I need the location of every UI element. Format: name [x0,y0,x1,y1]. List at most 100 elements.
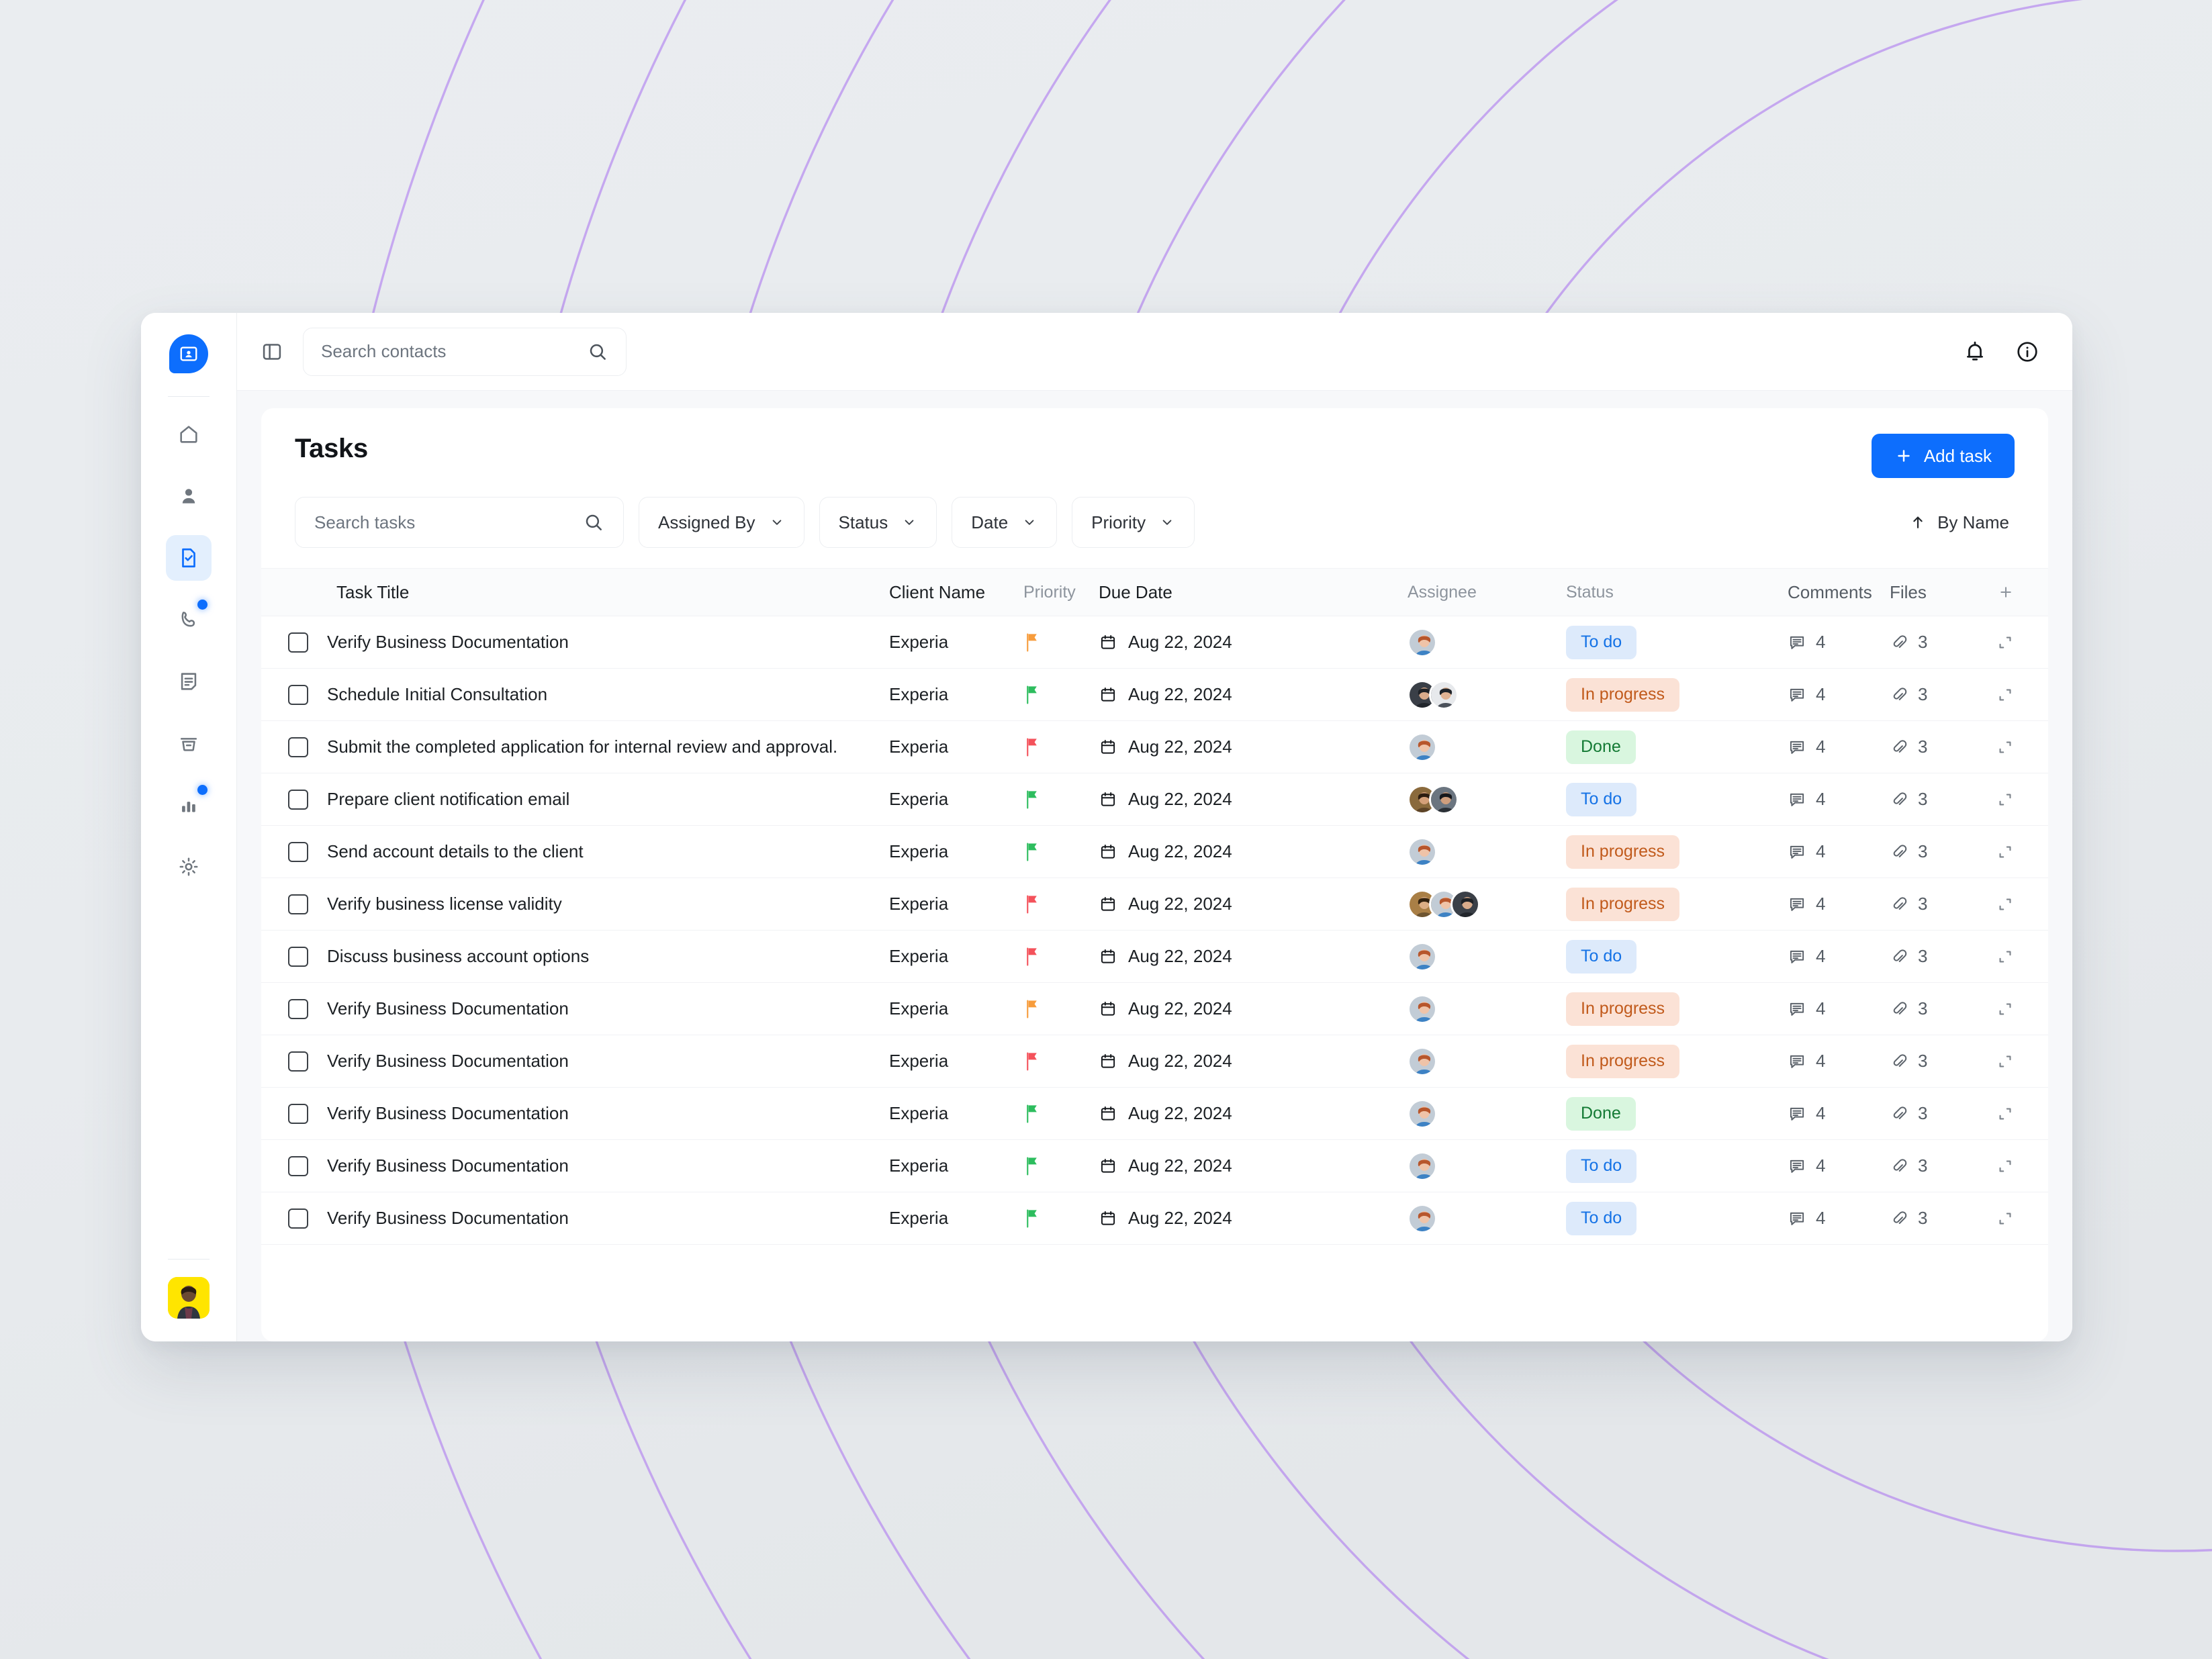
cell-assignee[interactable] [1408,941,1566,971]
cell-status[interactable]: To do [1566,1149,1788,1183]
status-badge[interactable]: To do [1566,625,1637,659]
table-row[interactable]: Prepare client notification email Experia… [261,773,2048,826]
search-input[interactable]: Search tasks [295,497,624,548]
cell-task-title[interactable]: Schedule Initial Consultation [327,684,889,705]
cell-priority[interactable] [1023,1156,1099,1176]
cell-priority[interactable] [1023,1051,1099,1072]
header-status[interactable]: Status [1566,583,1788,602]
table-row[interactable]: Schedule Initial Consultation Experia Aug … [261,669,2048,721]
row-checkbox[interactable] [288,789,308,810]
cell-due-date[interactable]: Aug 22, 2024 [1099,632,1408,653]
row-checkbox[interactable] [288,632,308,653]
table-row[interactable]: Submit the completed application for int… [261,721,2048,773]
assignee-group[interactable] [1408,837,1437,867]
header-assignee[interactable]: Assignee [1408,583,1566,602]
cell-comments[interactable]: 4 [1788,1208,1890,1229]
row-checkbox[interactable] [288,1051,308,1072]
assignee-group[interactable] [1408,732,1437,762]
status-badge[interactable]: In progress [1566,887,1680,921]
cell-files[interactable]: 3 [1890,789,1970,810]
sidebar-item-tasks[interactable] [166,535,212,581]
cell-assignee[interactable] [1408,679,1566,710]
cell-priority[interactable] [1023,737,1099,757]
table-row[interactable]: Verify Business Documentation Experia Aug … [261,1088,2048,1140]
avatar[interactable] [1429,784,1459,814]
cell-comments[interactable]: 4 [1788,789,1890,810]
cell-files[interactable]: 3 [1890,632,1970,653]
row-expand-button[interactable] [1970,1052,2015,1071]
avatar[interactable] [168,1277,210,1319]
assignee-group[interactable] [1408,1046,1437,1076]
header-files[interactable]: Files [1890,582,1970,603]
cell-due-date[interactable]: Aug 22, 2024 [1099,1155,1408,1176]
row-checkbox[interactable] [288,998,308,1019]
cell-assignee[interactable] [1408,1203,1566,1233]
cell-due-date[interactable]: Aug 22, 2024 [1099,737,1408,757]
status-badge[interactable]: To do [1566,1201,1637,1235]
cell-files[interactable]: 3 [1890,1155,1970,1176]
cell-priority[interactable] [1023,1208,1099,1229]
cell-priority[interactable] [1023,999,1099,1019]
cell-comments[interactable]: 4 [1788,946,1890,967]
cell-task-title[interactable]: Verify Business Documentation [327,1051,889,1072]
header-comments[interactable]: Comments [1788,582,1890,603]
row-checkbox[interactable] [288,1208,308,1229]
cell-assignee[interactable] [1408,1046,1566,1076]
cell-comments[interactable]: 4 [1788,894,1890,914]
row-checkbox[interactable] [288,684,308,705]
cell-status[interactable]: To do [1566,939,1788,974]
row-expand-button[interactable] [1970,947,2015,966]
table-row[interactable]: Verify Business Documentation Experia Aug … [261,1192,2048,1245]
cell-due-date[interactable]: Aug 22, 2024 [1099,841,1408,862]
avatar[interactable] [1408,941,1437,971]
row-expand-button[interactable] [1970,1104,2015,1123]
row-select-cell[interactable] [288,1155,327,1176]
info-button[interactable] [2008,332,2047,371]
cell-task-title[interactable]: Verify Business Documentation [327,998,889,1019]
sidebar-item-reports[interactable] [166,782,212,828]
avatar[interactable] [1408,1151,1437,1181]
cell-status[interactable]: In progress [1566,992,1788,1026]
cell-status[interactable]: In progress [1566,677,1788,712]
cell-due-date[interactable]: Aug 22, 2024 [1099,946,1408,967]
cell-files[interactable]: 3 [1890,1103,1970,1124]
avatar[interactable] [1408,1203,1437,1233]
row-expand-button[interactable] [1970,790,2015,809]
cell-due-date[interactable]: Aug 22, 2024 [1099,684,1408,705]
add-column-button[interactable] [1970,583,2015,601]
table-row[interactable]: Discuss business account options Experia A… [261,931,2048,983]
cell-files[interactable]: 3 [1890,841,1970,862]
row-checkbox[interactable] [288,1155,308,1176]
table-row[interactable]: Verify Business Documentation Experia Aug … [261,616,2048,669]
cell-assignee[interactable] [1408,784,1566,814]
cell-status[interactable]: In progress [1566,1044,1788,1078]
cell-files[interactable]: 3 [1890,737,1970,757]
row-select-cell[interactable] [288,737,327,757]
row-checkbox[interactable] [288,894,308,914]
row-select-cell[interactable] [288,894,327,914]
row-checkbox[interactable] [288,737,308,757]
status-badge[interactable]: Done [1566,730,1636,764]
row-expand-button[interactable] [1970,1209,2015,1228]
row-expand-button[interactable] [1970,1000,2015,1018]
assignee-group[interactable] [1408,889,1480,919]
assignee-group[interactable] [1408,784,1459,814]
avatar[interactable] [1408,1046,1437,1076]
cell-priority[interactable] [1023,842,1099,862]
row-checkbox[interactable] [288,1103,308,1124]
row-expand-button[interactable] [1970,1157,2015,1176]
cell-status[interactable]: Done [1566,730,1788,764]
cell-assignee[interactable] [1408,1151,1566,1181]
sidebar-item-contacts[interactable] [166,473,212,519]
app-logo[interactable] [169,334,208,373]
cell-files[interactable]: 3 [1890,998,1970,1019]
cell-assignee[interactable] [1408,627,1566,657]
status-badge[interactable]: In progress [1566,677,1680,712]
row-select-cell[interactable] [288,789,327,810]
assignee-group[interactable] [1408,1203,1437,1233]
cell-status[interactable]: To do [1566,625,1788,659]
assignee-group[interactable] [1408,1151,1437,1181]
status-badge[interactable]: In progress [1566,835,1680,869]
cell-due-date[interactable]: Aug 22, 2024 [1099,1103,1408,1124]
cell-task-title[interactable]: Verify Business Documentation [327,1103,889,1124]
